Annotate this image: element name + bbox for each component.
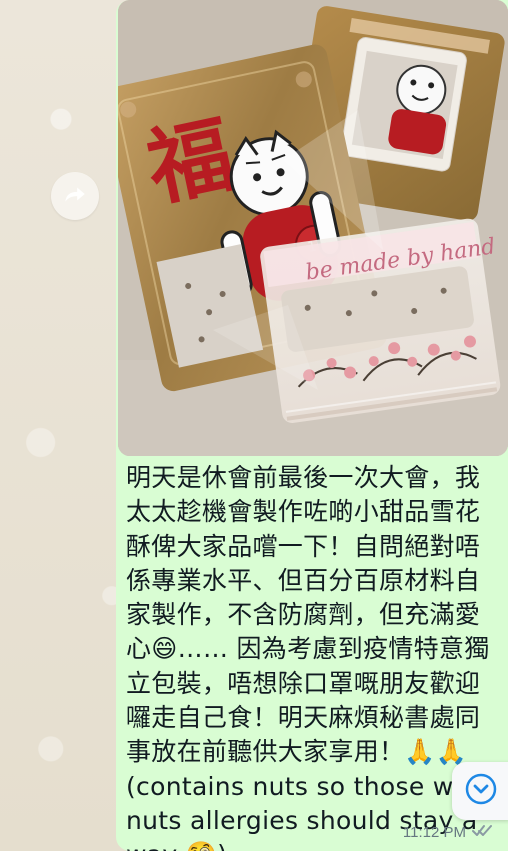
forward-button[interactable] <box>51 172 99 220</box>
message-photo[interactable]: 福 16 <box>118 0 508 456</box>
message-text: 明天是休會前最後一次大會，我太太趁機會製作咗啲小甜品雪花酥俾大家品嚐一下！自問絕… <box>126 463 490 851</box>
scroll-to-bottom-button[interactable] <box>452 762 508 820</box>
message-time: 11:12 PM <box>402 823 466 841</box>
message-bubble[interactable]: 福 16 <box>116 0 508 851</box>
chevron-down-icon <box>464 772 498 810</box>
message-meta: 11:12 PM <box>403 823 492 841</box>
forward-icon <box>62 181 88 211</box>
double-check-icon <box>472 823 492 841</box>
